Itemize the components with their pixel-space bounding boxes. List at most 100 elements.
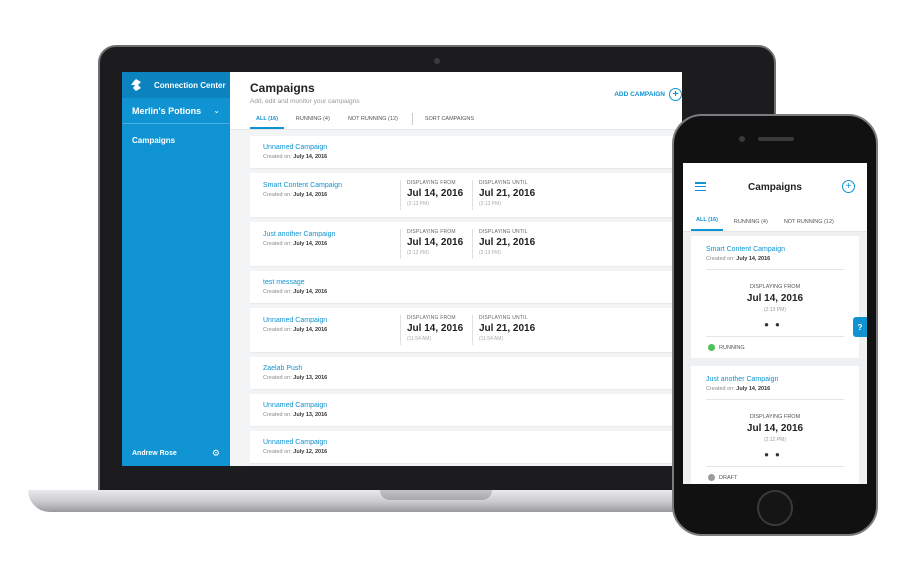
page-subtitle: Add, edit and monitor your campaigns: [250, 98, 360, 105]
created-label: Created on:: [263, 327, 292, 333]
tab-not-running[interactable]: NOT RUNNING (12): [342, 116, 404, 129]
created-date: July 13, 2016: [293, 412, 328, 418]
tab-running[interactable]: RUNNING (4): [729, 219, 773, 231]
phone-campaign-tabs: ALL (16) RUNNING (4) NOT RUNNING (12): [683, 210, 867, 232]
campaign-card[interactable]: Zaelab Push Created on: July 13, 2016: [250, 357, 682, 389]
campaign-name[interactable]: Unnamed Campaign: [263, 317, 327, 324]
until-date: Jul 21, 2016: [479, 237, 536, 248]
phone-header: Campaigns +: [683, 163, 867, 210]
status-dot: [708, 474, 715, 481]
campaign-card[interactable]: Just another Campaign Created on: July 1…: [250, 222, 682, 266]
campaign-name[interactable]: Zaelab Push: [263, 365, 302, 372]
laptop-notch: [380, 490, 492, 500]
campaign-name[interactable]: Smart Content Campaign: [263, 182, 342, 189]
campaign-card[interactable]: Smart Content Campaign Created on: July …: [691, 236, 859, 358]
campaign-card[interactable]: test message Created on: July 14, 2016: [250, 271, 682, 303]
campaign-created: Created on: July 14, 2016: [263, 154, 327, 160]
from-label: DISPLAYING FROM: [407, 180, 456, 186]
until-label: DISPLAYING UNTIL: [479, 315, 528, 321]
campaign-created: Created on: July 14, 2016: [706, 386, 770, 392]
divider: [706, 336, 844, 337]
app-name: Connection Center: [154, 80, 226, 90]
laptop-camera: [434, 58, 440, 64]
campaign-tabs: ALL (16) RUNNING (4) NOT RUNNING (12) SO…: [250, 113, 486, 129]
from-label: DISPLAYING FROM: [749, 414, 801, 420]
tab-running[interactable]: RUNNING (4): [290, 116, 336, 129]
pager-dots[interactable]: ●●: [691, 450, 859, 459]
created-date: July 14, 2016: [293, 154, 328, 160]
created-label: Created on:: [263, 412, 292, 418]
tab-all[interactable]: ALL (16): [691, 217, 723, 231]
until-date: Jul 21, 2016: [479, 188, 536, 199]
user-name[interactable]: Andrew Rose: [132, 450, 177, 457]
campaign-name[interactable]: Just another Campaign: [263, 231, 335, 238]
account-switcher[interactable]: Merlin's Potions ⌄: [122, 98, 230, 124]
displaying-from: DISPLAYING FROM Jul 14, 2016 (11:54 AM): [400, 315, 463, 345]
created-date: July 14, 2016: [293, 241, 328, 247]
from-time: (11:54 AM): [407, 336, 432, 342]
from-date: Jul 14, 2016: [746, 423, 804, 434]
connection-logo-icon: [130, 79, 142, 91]
sort-campaigns-button[interactable]: SORT CAMPAIGNS: [419, 116, 480, 129]
pager-dots[interactable]: ●●: [691, 320, 859, 329]
gear-icon[interactable]: ⚙: [212, 448, 220, 459]
campaign-list: Unnamed Campaign Created on: July 14, 20…: [230, 130, 682, 463]
from-label: DISPLAYING FROM: [749, 284, 801, 290]
from-date: Jul 14, 2016: [407, 237, 464, 248]
until-label: DISPLAYING UNTIL: [479, 229, 528, 235]
campaign-created: Created on: July 14, 2016: [263, 289, 327, 295]
until-time: (2:13 PM): [479, 201, 501, 207]
campaign-card[interactable]: Unnamed Campaign Created on: July 12, 20…: [250, 431, 682, 463]
phone-speaker: [758, 137, 794, 141]
phone-page-title: Campaigns: [748, 182, 802, 193]
campaign-name[interactable]: Smart Content Campaign: [706, 246, 785, 253]
displaying-from: DISPLAYING FROM Jul 14, 2016 (2:13 PM): [400, 180, 463, 210]
app-header: Connection Center: [122, 72, 230, 98]
campaign-card[interactable]: Unnamed Campaign Created on: July 14, 20…: [250, 308, 682, 352]
displaying-until: DISPLAYING UNTIL Jul 21, 2016 (11:54 AM): [472, 315, 535, 345]
campaign-created: Created on: July 14, 2016: [263, 192, 327, 198]
created-label: Created on:: [263, 289, 292, 295]
displaying-until: DISPLAYING UNTIL Jul 21, 2016 (2:13 PM): [472, 229, 535, 259]
laptop-screen: Connection Center Merlin's Potions ⌄ Cam…: [122, 72, 682, 466]
campaign-created: Created on: July 14, 2016: [706, 256, 770, 262]
created-date: July 14, 2016: [736, 256, 771, 262]
created-label: Created on:: [263, 192, 292, 198]
campaign-card[interactable]: Unnamed Campaign Created on: July 14, 20…: [250, 136, 682, 168]
campaign-card[interactable]: Unnamed Campaign Created on: July 13, 20…: [250, 394, 682, 426]
created-label: Created on:: [263, 449, 292, 455]
campaign-card[interactable]: Smart Content Campaign Created on: July …: [250, 173, 682, 217]
campaign-name[interactable]: Unnamed Campaign: [263, 439, 327, 446]
tab-divider: [411, 113, 413, 125]
campaign-created: Created on: July 13, 2016: [263, 412, 327, 418]
chevron-down-icon: ⌄: [213, 106, 220, 115]
from-time: (2:12 PM): [407, 250, 429, 256]
plus-circle-icon[interactable]: +: [842, 180, 855, 193]
account-name: Merlin's Potions: [132, 105, 202, 116]
plus-circle-icon: +: [669, 88, 682, 101]
campaign-name[interactable]: test message: [263, 279, 305, 286]
tab-not-running[interactable]: NOT RUNNING (12): [779, 219, 839, 231]
add-campaign-button[interactable]: ADD CAMPAIGN +: [614, 88, 682, 101]
until-time: (11:54 AM): [479, 336, 504, 342]
displaying-until: DISPLAYING UNTIL Jul 21, 2016 (2:13 PM): [472, 180, 535, 210]
campaign-name[interactable]: Just another Campaign: [706, 376, 778, 383]
tab-all[interactable]: ALL (16): [250, 116, 284, 129]
sidebar-item-campaigns[interactable]: Campaigns: [122, 124, 230, 157]
from-time: (2:13 PM): [407, 201, 429, 207]
campaign-name[interactable]: Unnamed Campaign: [263, 402, 327, 409]
divider: [706, 466, 844, 467]
user-footer: Andrew Rose ⚙: [122, 440, 230, 466]
phone-screen: Campaigns + ALL (16) RUNNING (4) NOT RUN…: [683, 163, 867, 484]
until-date: Jul 21, 2016: [479, 323, 536, 334]
campaign-card[interactable]: Just another Campaign Created on: July 1…: [691, 366, 859, 484]
help-icon[interactable]: ?: [853, 317, 867, 337]
divider: [706, 399, 844, 400]
status-dot: [708, 344, 715, 351]
created-label: Created on:: [263, 154, 292, 160]
sidebar: Connection Center Merlin's Potions ⌄ Cam…: [122, 72, 230, 466]
from-date: Jul 14, 2016: [407, 188, 464, 199]
phone-home-button: [757, 490, 793, 526]
campaign-name[interactable]: Unnamed Campaign: [263, 144, 327, 151]
until-label: DISPLAYING UNTIL: [479, 180, 528, 186]
